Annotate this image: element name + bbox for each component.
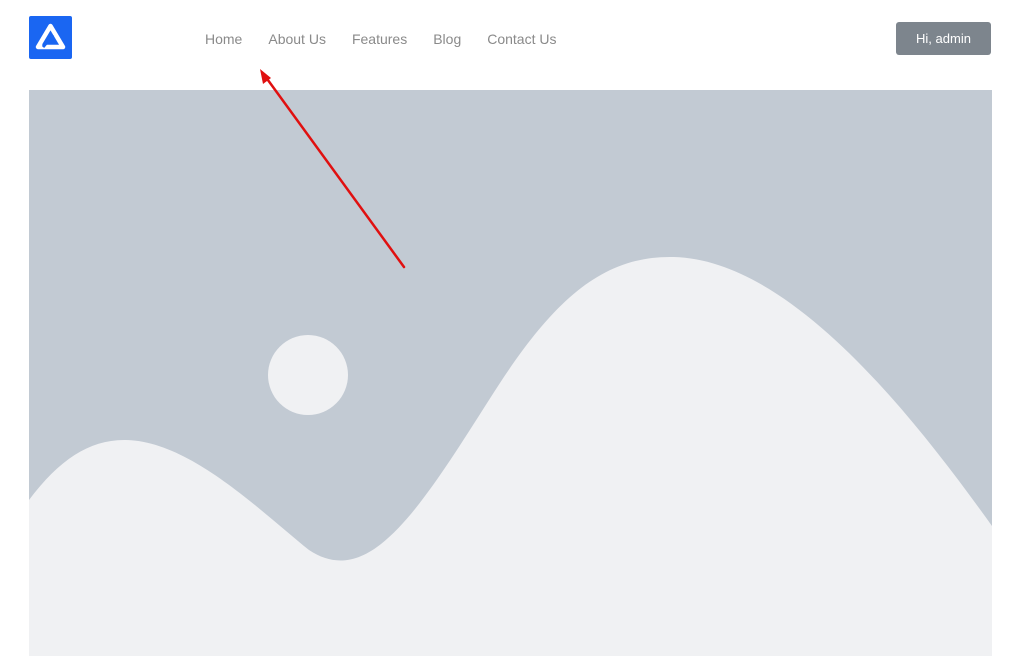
nav-item-about-us[interactable]: About Us — [268, 30, 326, 48]
site-header: Home About Us Features Blog Contact Us H… — [0, 0, 1024, 78]
nav-item-contact-us[interactable]: Contact Us — [487, 30, 556, 48]
user-account-button[interactable]: Hi, admin — [896, 22, 991, 55]
image-placeholder-icon — [29, 90, 992, 656]
brand-logo-icon — [35, 23, 66, 50]
hero-image-placeholder — [29, 90, 992, 656]
nav-item-blog[interactable]: Blog — [433, 30, 461, 48]
page: Home About Us Features Blog Contact Us H… — [0, 0, 1024, 656]
nav-item-home[interactable]: Home — [205, 30, 242, 48]
main-nav: Home About Us Features Blog Contact Us — [205, 30, 556, 48]
nav-item-features[interactable]: Features — [352, 30, 407, 48]
placeholder-sun-shape — [268, 335, 348, 415]
site-logo[interactable] — [29, 16, 72, 59]
